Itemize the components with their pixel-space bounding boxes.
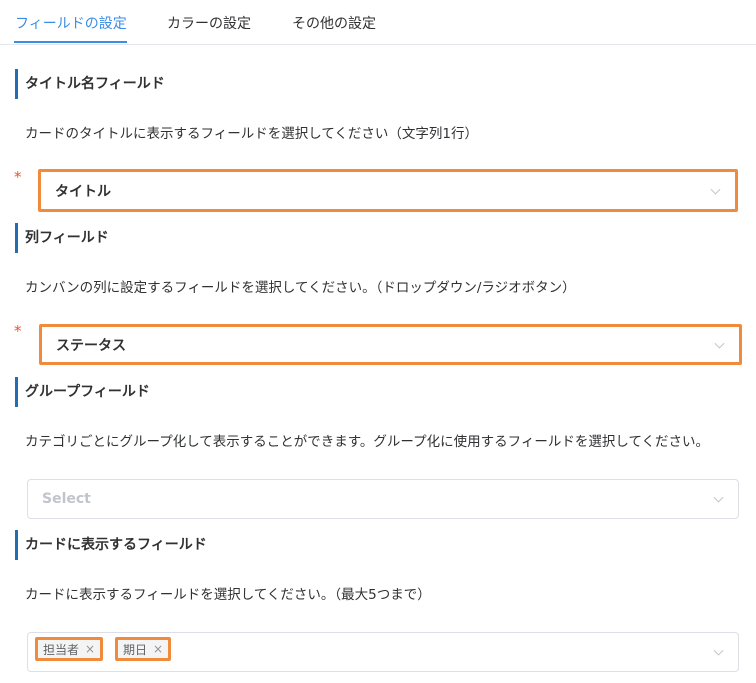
close-icon[interactable]: × [153,642,163,656]
column-field-description: カンバンの列に設定するフィールドを選択してください。（ドロップダウン/ラジオボタ… [25,280,576,296]
selected-field-tag: 期日 × [115,637,172,661]
card-fields-multiselect[interactable]: 担当者 × 期日 × [27,632,739,672]
tab-color-settings[interactable]: カラーの設定 [167,13,251,33]
column-field-selected-value: ステータス [56,337,126,354]
active-tab-indicator [14,41,127,43]
tab-field-settings[interactable]: フィールドの設定 [15,13,127,33]
group-field-heading: グループフィールド [15,377,150,407]
column-field-select[interactable]: ステータス [39,324,742,365]
title-field-select[interactable]: タイトル [38,169,738,212]
title-field-heading: タイトル名フィールド [15,69,165,99]
title-field-required-mark: * [14,168,22,186]
group-field-placeholder: Select [42,491,91,507]
group-field-select[interactable]: Select [27,479,739,519]
selected-field-tag: 担当者 × [35,637,104,661]
title-field-selected-value: タイトル [55,183,111,200]
tab-other-settings[interactable]: その他の設定 [292,13,376,33]
column-field-heading: 列フィールド [15,223,109,253]
chevron-down-icon [710,184,721,195]
card-fields-heading: カードに表示するフィールド [15,530,207,560]
tag-label: 期日 [123,642,148,657]
card-fields-description: カードに表示するフィールドを選択してください。（最大5つまで） [25,587,431,603]
chevron-down-icon [714,338,725,349]
title-field-description: カードのタイトルに表示するフィールドを選択してください（文字列1行） [25,126,479,142]
chevron-down-icon [713,492,724,503]
chevron-down-icon [713,645,724,656]
column-field-required-mark: * [14,322,22,340]
settings-tabs: フィールドの設定 カラーの設定 その他の設定 [0,0,756,45]
group-field-description: カテゴリごとにグループ化して表示することができます。グループ化に使用するフィール… [25,434,710,450]
tag-label: 担当者 [43,642,80,657]
close-icon[interactable]: × [85,642,95,656]
